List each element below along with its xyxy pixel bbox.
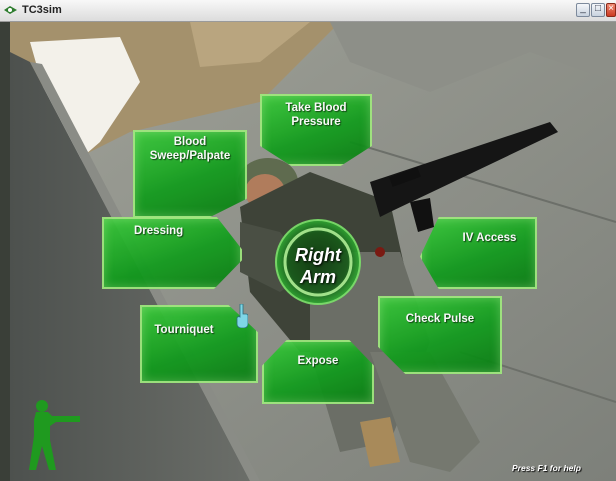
take-blood-pressure-button[interactable]: Take Blood Pressure bbox=[260, 94, 372, 166]
expose-button[interactable]: Expose bbox=[262, 340, 374, 404]
iv-access-label: IV Access bbox=[462, 232, 517, 244]
body-region-label[interactable]: Right Arm bbox=[278, 244, 358, 288]
close-button[interactable]: × bbox=[606, 3, 616, 17]
check-pulse-button[interactable]: Check Pulse bbox=[378, 296, 502, 374]
iv-access-button[interactable]: IV Access bbox=[420, 217, 537, 289]
game-viewport[interactable]: Take Blood Pressure Blood Sweep/Palpate … bbox=[10, 22, 616, 481]
hand-cursor-icon bbox=[236, 304, 248, 328]
soldier-icon bbox=[29, 400, 80, 470]
dressing-button[interactable]: Dressing bbox=[102, 217, 242, 289]
body-region-line1: Right bbox=[295, 245, 341, 265]
blood-sweep-palpate-button[interactable]: Blood Sweep/Palpate bbox=[133, 130, 247, 218]
window-titlebar: TC3sim _ □ × bbox=[0, 0, 616, 22]
expose-label: Expose bbox=[297, 355, 339, 367]
help-hint: Press F1 for help bbox=[512, 463, 581, 473]
take-blood-pressure-label-line2: Pressure bbox=[291, 116, 341, 128]
blood-sweep-label-line2: Sweep/Palpate bbox=[149, 150, 231, 162]
app-icon bbox=[4, 6, 17, 14]
blood-sweep-label-line1: Blood bbox=[173, 136, 207, 148]
body-region-line2: Arm bbox=[299, 267, 336, 287]
maximize-button[interactable]: □ bbox=[591, 3, 605, 17]
take-blood-pressure-label-line1: Take Blood bbox=[285, 102, 347, 114]
minimize-button[interactable]: _ bbox=[576, 3, 590, 17]
window-title: TC3sim bbox=[22, 4, 62, 16]
tourniquet-label: Tourniquet bbox=[154, 324, 214, 336]
check-pulse-label: Check Pulse bbox=[405, 313, 475, 325]
